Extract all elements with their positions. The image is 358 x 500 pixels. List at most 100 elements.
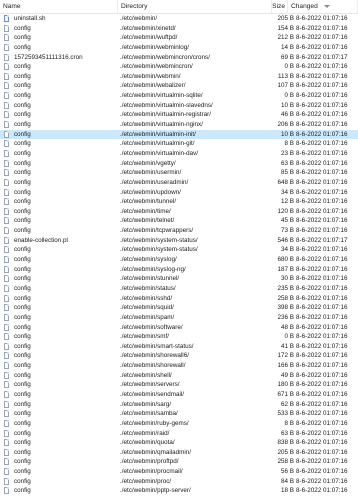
file-row[interactable]: config ./etc/webmin/quota/838 B 8-6-2022 0…	[0, 438, 358, 448]
file-row[interactable]: config ./etc/webmin/virtualmin-init/10 B8…	[0, 129, 358, 140]
file-icon	[4, 477, 9, 485]
file-directory: ./etc/webmin/sendmail/	[120, 390, 185, 398]
file-name: config	[14, 92, 31, 100]
file-row[interactable]: config ./etc/webmin/virtualmin-git/8 B 8-6…	[0, 139, 358, 149]
file-row[interactable]: config ./etc/webmin/smart-status/41 B 8-6-…	[0, 342, 358, 352]
column-header-changed[interactable]: Changed	[288, 0, 358, 13]
file-name: config	[14, 227, 31, 235]
file-size: 533 B	[277, 410, 294, 418]
file-icon	[4, 419, 9, 427]
file-row[interactable]: config ./etc/webmin/ruby-gems/8 B 8-6-2022…	[0, 419, 358, 429]
file-name: config	[14, 198, 31, 206]
file-row[interactable]: config ./etc/webmin/wuftpd/212 B 8-6-2022 …	[0, 33, 358, 43]
file-directory: ./etc/webmin/virtualmin-registrar/	[120, 111, 211, 119]
file-row[interactable]: config ./etc/webmin/syslog/680 B 8-6-2022 …	[0, 255, 358, 265]
file-row[interactable]: config ./etc/webmin/squid/398 B 8-6-2022 0…	[0, 303, 358, 313]
file-icon	[4, 371, 9, 379]
file-row[interactable]: config ./etc/webmin/usermin/85 B 8-6-2022 …	[0, 168, 358, 178]
file-row[interactable]: config ./etc/webmin/tcpwrappers/73 B 8-6-2…	[0, 226, 358, 236]
file-row[interactable]: config ./etc/webmin/webminlog/14 B 8-6-202…	[0, 43, 358, 53]
file-name: config	[14, 140, 31, 148]
file-row[interactable]: config ./etc/webmin/sendmail/671 B 8-6-202…	[0, 390, 358, 400]
file-name: config	[14, 82, 31, 90]
file-name: config	[14, 207, 31, 215]
file-row[interactable]: config ./etc/webmin/webmin/113 B 8-6-2022 …	[0, 72, 358, 82]
file-directory: ./etc/webmin/squid/	[120, 304, 174, 312]
file-row[interactable]: config ./etc/webmin/shorewall/166 B 8-6-20…	[0, 361, 358, 371]
file-row[interactable]: config ./etc/webmin/stunnel/30 B 8-6-2022 …	[0, 274, 358, 284]
file-changed: 8-6-2022 01:07:16	[296, 410, 348, 418]
file-name: config	[14, 294, 31, 302]
file-row[interactable]: config ./etc/webmin/samba/533 B 8-6-2022 0…	[0, 409, 358, 419]
file-row[interactable]: config ./etc/webmin/xinetd/154 B 8-6-2022 …	[0, 24, 358, 34]
file-row[interactable]: config ./etc/webmin/proc/84 B 8-6-2022 01:…	[0, 477, 358, 487]
file-row[interactable]: config ./etc/webmin/syslog-ng/187 B 8-6-20…	[0, 265, 358, 275]
file-directory: ./etc/webmin/system-status/	[120, 236, 198, 244]
file-icon	[4, 188, 9, 196]
file-row[interactable]: config ./etc/webmin/webalizer/107 B 8-6-20…	[0, 81, 358, 91]
file-row[interactable]: config ./etc/webmin/vgetty/63 B 8-6-2022 0…	[0, 159, 358, 169]
file-size: 235 B	[277, 284, 294, 292]
file-row[interactable]: config ./etc/webmin/sshd/258 B 8-6-2022 01…	[0, 294, 358, 304]
file-row[interactable]: enable-collection.pl ./etc/webmin/system-…	[0, 236, 358, 246]
file-row[interactable]: config ./etc/webmin/updown/34 B 8-6-2022 0…	[0, 188, 358, 198]
file-row[interactable]: config ./etc/webmin/tunnel/12 B 8-6-2022 0…	[0, 197, 358, 207]
file-row[interactable]: config ./etc/webmin/smf/0 B 8-6-2022 01:07…	[0, 332, 358, 342]
file-changed: 8-6-2022 01:07:16	[296, 256, 348, 264]
file-row[interactable]: config ./etc/webmin/proftpd/258 B 8-6-2022…	[0, 457, 358, 467]
file-row[interactable]: config ./etc/webmin/status/235 B 8-6-2022 …	[0, 284, 358, 294]
file-row[interactable]: 1572593451111316.cron ./etc/webmin/webmin…	[0, 53, 358, 63]
file-row[interactable]: config ./etc/webmin/telnet/45 B 8-6-2022 0…	[0, 216, 358, 226]
file-changed: 8-6-2022 01:07:16	[296, 362, 348, 370]
file-name: config	[14, 63, 31, 71]
file-row[interactable]: config ./etc/webmin/time/120 B 8-6-2022 01…	[0, 207, 358, 217]
file-icon	[4, 333, 9, 341]
file-row[interactable]: uninstall.sh ./etc/webmin/205 B 8-6-2022 0…	[0, 14, 358, 24]
file-icon	[4, 140, 9, 148]
file-size: 166 B	[277, 362, 294, 370]
file-size: 113 B	[278, 72, 294, 80]
file-row[interactable]: config ./etc/webmin/spam/236 B 8-6-2022 01…	[0, 313, 358, 323]
column-header-size[interactable]: Size	[272, 0, 288, 13]
file-directory: ./etc/webmin/syslog/	[120, 256, 177, 264]
file-directory: ./etc/webmin/raid/	[120, 429, 170, 437]
file-name: config	[14, 256, 31, 264]
file-changed: 8-6-2022 01:07:16	[296, 477, 348, 485]
file-directory: ./etc/webmin/webminlog/	[120, 43, 189, 51]
column-header-directory[interactable]: Directory	[118, 0, 272, 13]
file-changed: 8-6-2022 01:07:16	[296, 419, 348, 427]
column-header-name[interactable]: Name	[0, 0, 118, 13]
file-changed: 8-6-2022 01:07:16	[296, 487, 348, 495]
file-row[interactable]: config ./etc/webmin/virtualmin-nginx/206 …	[0, 120, 358, 130]
file-row[interactable]: config ./etc/webmin/pptp-server/18 B 8-6-2…	[0, 486, 358, 496]
file-name: config	[14, 111, 31, 119]
file-row[interactable]: config ./etc/webmin/virtualmin-sqlite/0 B…	[0, 91, 358, 101]
file-icon	[4, 487, 9, 495]
file-directory: ./etc/webmin/shorewall6/	[120, 352, 189, 360]
file-name: config	[14, 72, 31, 80]
file-row[interactable]: config ./etc/webmin/virtualmin-dav/23 B 8-…	[0, 149, 358, 159]
file-row[interactable]: config ./etc/webmin/qmailadmin/205 B 8-6-2…	[0, 448, 358, 458]
file-row[interactable]: config ./etc/webmin/shell/49 B 8-6-2022 01…	[0, 371, 358, 381]
file-row[interactable]: config ./etc/webmin/software/48 B 8-6-2022…	[0, 323, 358, 333]
file-size: 41 B	[281, 342, 294, 350]
file-row[interactable]: config ./etc/webmin/virtualmin-slavedns/1…	[0, 101, 358, 111]
file-row[interactable]: config ./etc/webmin/shorewall6/172 B 8-6-2…	[0, 351, 358, 361]
file-changed: 8-6-2022 01:07:16	[296, 458, 348, 466]
file-row[interactable]: config ./etc/webmin/system-status/34 B 8-6…	[0, 245, 358, 255]
file-row[interactable]: config ./etc/webmin/raid/63 B 8-6-2022 01:…	[0, 429, 358, 439]
file-row[interactable]: config ./etc/webmin/virtualmin-registrar/…	[0, 110, 358, 120]
file-name: config	[14, 448, 31, 456]
file-row[interactable]: config ./etc/webmin/sarg/62 B 8-6-2022 01:…	[0, 400, 358, 410]
file-row[interactable]: config ./etc/webmin/servers/180 B 8-6-2022…	[0, 380, 358, 390]
file-row[interactable]: config ./etc/webmin/procmail/56 B 8-6-2022…	[0, 467, 358, 477]
file-size: 69 B	[281, 53, 294, 61]
file-name: 1572593451111316.cron	[14, 53, 83, 61]
file-size: 0 B	[284, 63, 294, 71]
file-name: config	[14, 333, 31, 341]
file-directory: ./etc/webmin/useradmin/	[120, 178, 189, 186]
file-changed: 8-6-2022 01:07:16	[296, 188, 348, 196]
file-row[interactable]: config ./etc/webmin/useradmin/648 B 8-6-20…	[0, 178, 358, 188]
file-name: config	[14, 101, 31, 109]
file-row[interactable]: config ./etc/webmin/webmincron/0 B 8-6-202…	[0, 62, 358, 72]
